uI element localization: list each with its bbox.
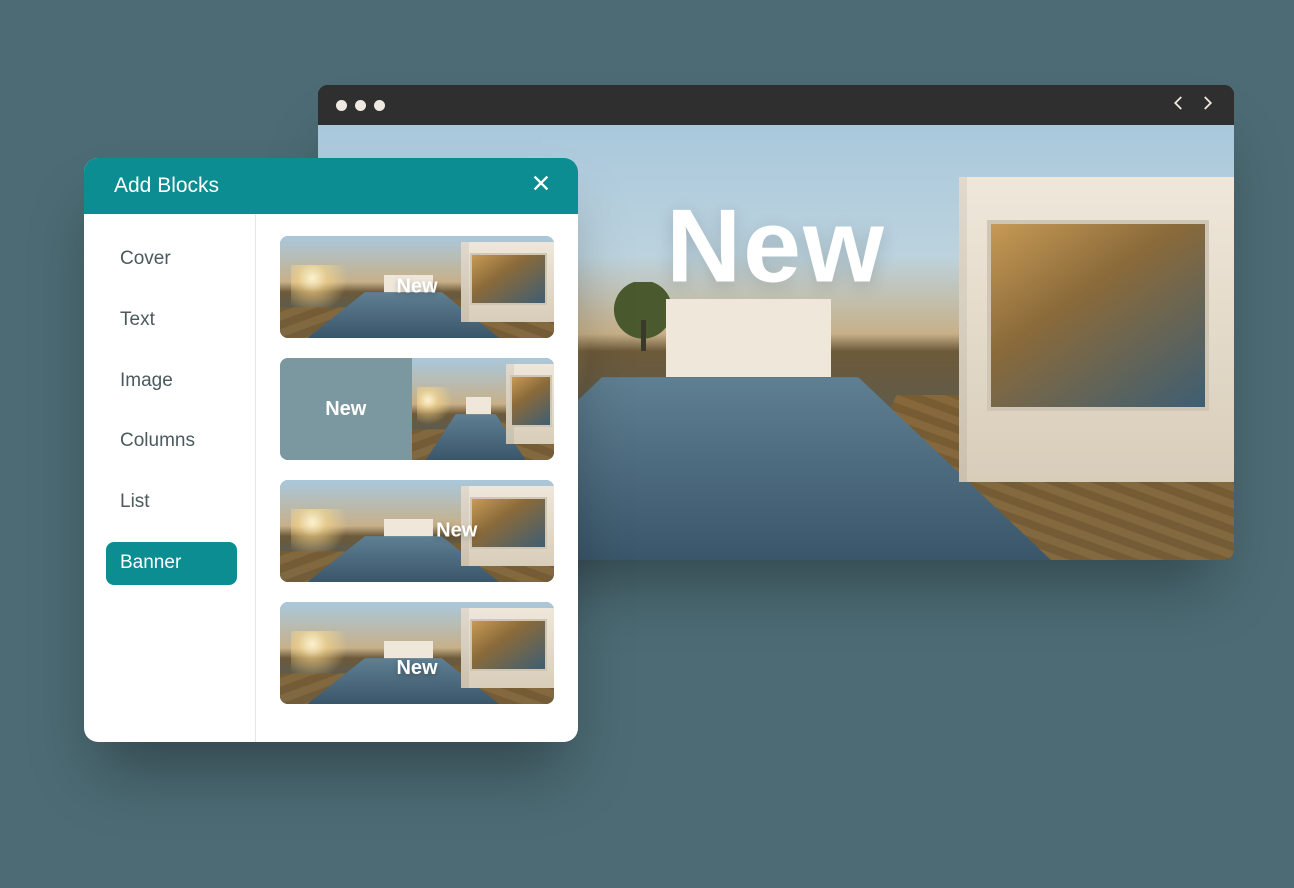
category-columns[interactable]: Columns: [106, 420, 237, 463]
chevron-right-icon: [1198, 94, 1216, 112]
window-dot-icon: [355, 100, 366, 111]
banner-template-low[interactable]: New: [280, 602, 554, 704]
browser-titlebar: [318, 85, 1234, 125]
preview-heading: New: [280, 358, 412, 460]
category-label: Image: [120, 370, 173, 391]
window-dot-icon: [374, 100, 385, 111]
preview-heading: New: [396, 276, 437, 299]
category-label: List: [120, 491, 150, 512]
banner-template-right[interactable]: New: [280, 480, 554, 582]
category-cover[interactable]: Cover: [106, 238, 237, 281]
browser-nav-arrows: [1170, 94, 1216, 117]
block-category-list: Cover Text Image Columns List Banner: [84, 214, 256, 742]
hero-heading: New: [666, 187, 886, 306]
chevron-left-icon: [1170, 94, 1188, 112]
category-image[interactable]: Image: [106, 360, 237, 403]
preview-heading: New: [396, 657, 437, 680]
close-button[interactable]: [530, 172, 552, 200]
add-blocks-panel: Add Blocks Cover Text Image Columns List…: [84, 158, 578, 742]
banner-template-split[interactable]: New: [280, 358, 554, 460]
panel-header: Add Blocks: [84, 158, 578, 214]
nav-forward-button[interactable]: [1198, 94, 1216, 117]
panel-body: Cover Text Image Columns List Banner New…: [84, 214, 578, 742]
category-label: Columns: [120, 430, 195, 451]
category-label: Cover: [120, 248, 171, 269]
panel-title: Add Blocks: [114, 174, 219, 198]
category-label: Banner: [120, 552, 181, 573]
preview-heading: New: [436, 520, 477, 543]
category-text[interactable]: Text: [106, 299, 237, 342]
preview-image: [412, 358, 554, 460]
preview-image: [280, 602, 554, 704]
preview-image: [280, 480, 554, 582]
category-banner[interactable]: Banner: [106, 542, 237, 585]
category-list[interactable]: List: [106, 481, 237, 524]
block-preview-list: New New New New: [256, 214, 578, 742]
category-label: Text: [120, 309, 155, 330]
window-controls: [336, 100, 385, 111]
window-dot-icon: [336, 100, 347, 111]
close-icon: [530, 172, 552, 194]
banner-template-center[interactable]: New: [280, 236, 554, 338]
nav-back-button[interactable]: [1170, 94, 1188, 117]
